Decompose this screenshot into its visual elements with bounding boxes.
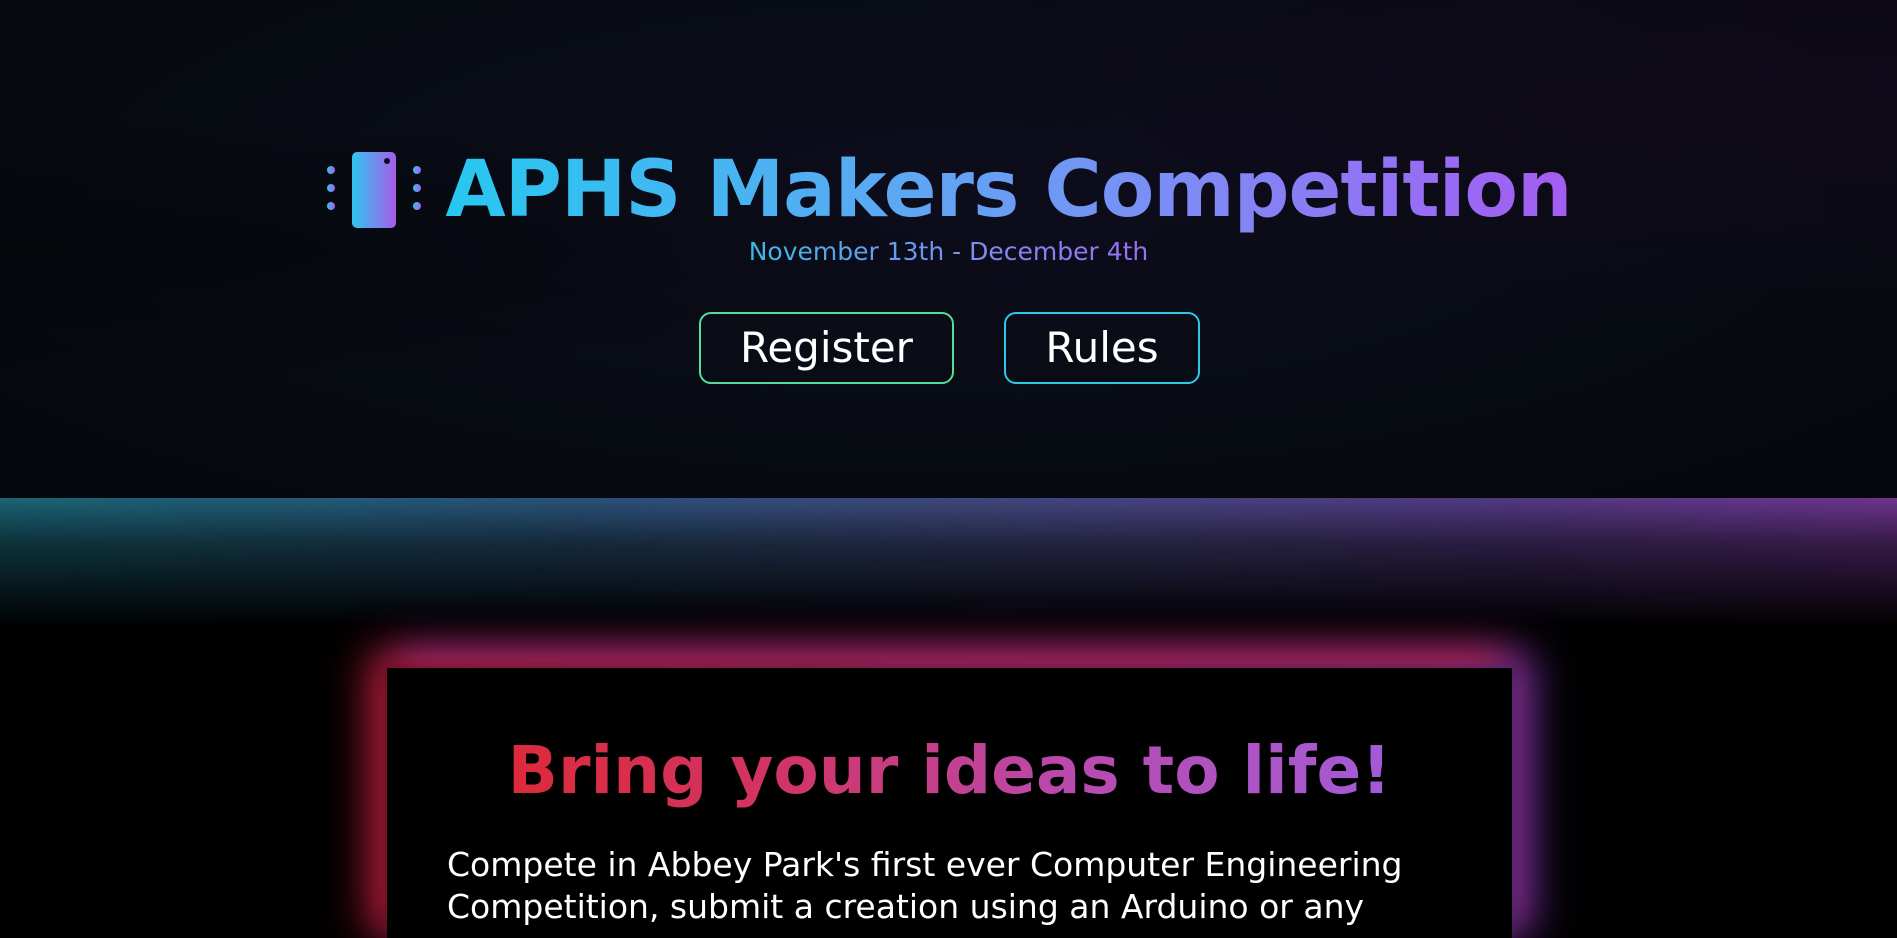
microchip-icon <box>327 152 422 228</box>
rules-button[interactable]: Rules <box>1004 312 1200 384</box>
intro-card: Bring your ideas to life! Compete in Abb… <box>387 668 1512 938</box>
hero-section: APHS Makers Competition November 13th - … <box>0 0 1897 498</box>
section-divider-glow <box>0 498 1897 628</box>
intro-heading-text: Bring your ideas to life! <box>507 732 1392 809</box>
intro-paragraph: Compete in Abbey Park's first ever Compu… <box>447 845 1403 926</box>
register-button[interactable]: Register <box>699 312 954 384</box>
intro-heading: Bring your ideas to life! <box>387 726 1512 816</box>
dates-text: November 13th - December 4th <box>748 237 1149 266</box>
title-row: APHS Makers Competition <box>0 140 1897 240</box>
competition-dates: November 13th - December 4th <box>0 236 1897 268</box>
page-title: APHS Makers Competition <box>445 140 1572 240</box>
